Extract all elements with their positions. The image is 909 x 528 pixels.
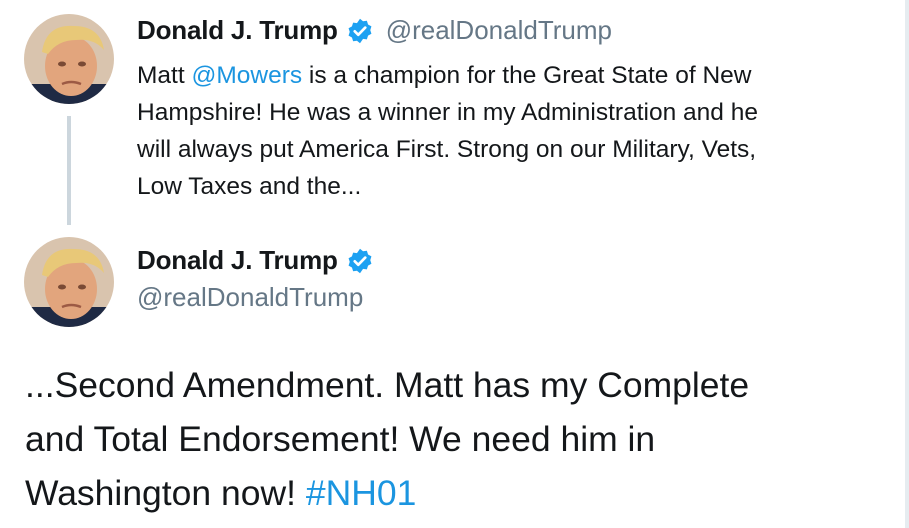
tweet-2-line-2: and Total Endorsement! We need him in [25,419,656,459]
mention-link[interactable]: @Mowers [191,62,302,89]
hashtag-link[interactable]: #NH01 [306,473,417,513]
tweet-2-line-1: ...Second Amendment. Matt has my Complet… [25,365,750,405]
tweet-1-author-row: Donald J. Trump @realDonaldTrump [137,15,612,46]
author-display-name[interactable]: Donald J. Trump [137,15,338,46]
tweet-2-text-segment: Washington now! [25,473,306,513]
author-handle[interactable]: @realDonaldTrump [386,15,612,46]
avatar[interactable] [24,237,114,327]
author-display-name[interactable]: Donald J. Trump [137,245,338,276]
verified-badge-icon [346,247,374,275]
tweet-1-text-segment: is a champion for the Great State of New [302,62,752,89]
tweet-1-line-4: Low Taxes and the... [137,173,362,200]
tweet-1-text-segment: Matt [137,62,192,89]
tweet-1-line-1: Matt @Mowers is a champion for the Great… [137,57,882,94]
right-edge-divider [905,0,909,528]
tweet-1-line-3: will always put America First. Strong on… [137,136,757,163]
tweet-2-line-3: Washington now! #NH01 [25,466,895,520]
avatar[interactable] [24,14,114,104]
tweet-2-body: ...Second Amendment. Matt has my Complet… [25,358,895,520]
tweet-1-body: Matt @Mowers is a champion for the Great… [137,57,882,205]
verified-badge-icon [346,17,374,45]
author-handle[interactable]: @realDonaldTrump [137,282,363,313]
profile-photo-icon [24,237,114,327]
thread-connector-line [67,116,71,225]
profile-photo-icon [24,14,114,104]
tweet-1-line-2: Hampshire! He was a winner in my Adminis… [137,99,758,126]
tweet-2-author-row: Donald J. Trump [137,245,374,276]
